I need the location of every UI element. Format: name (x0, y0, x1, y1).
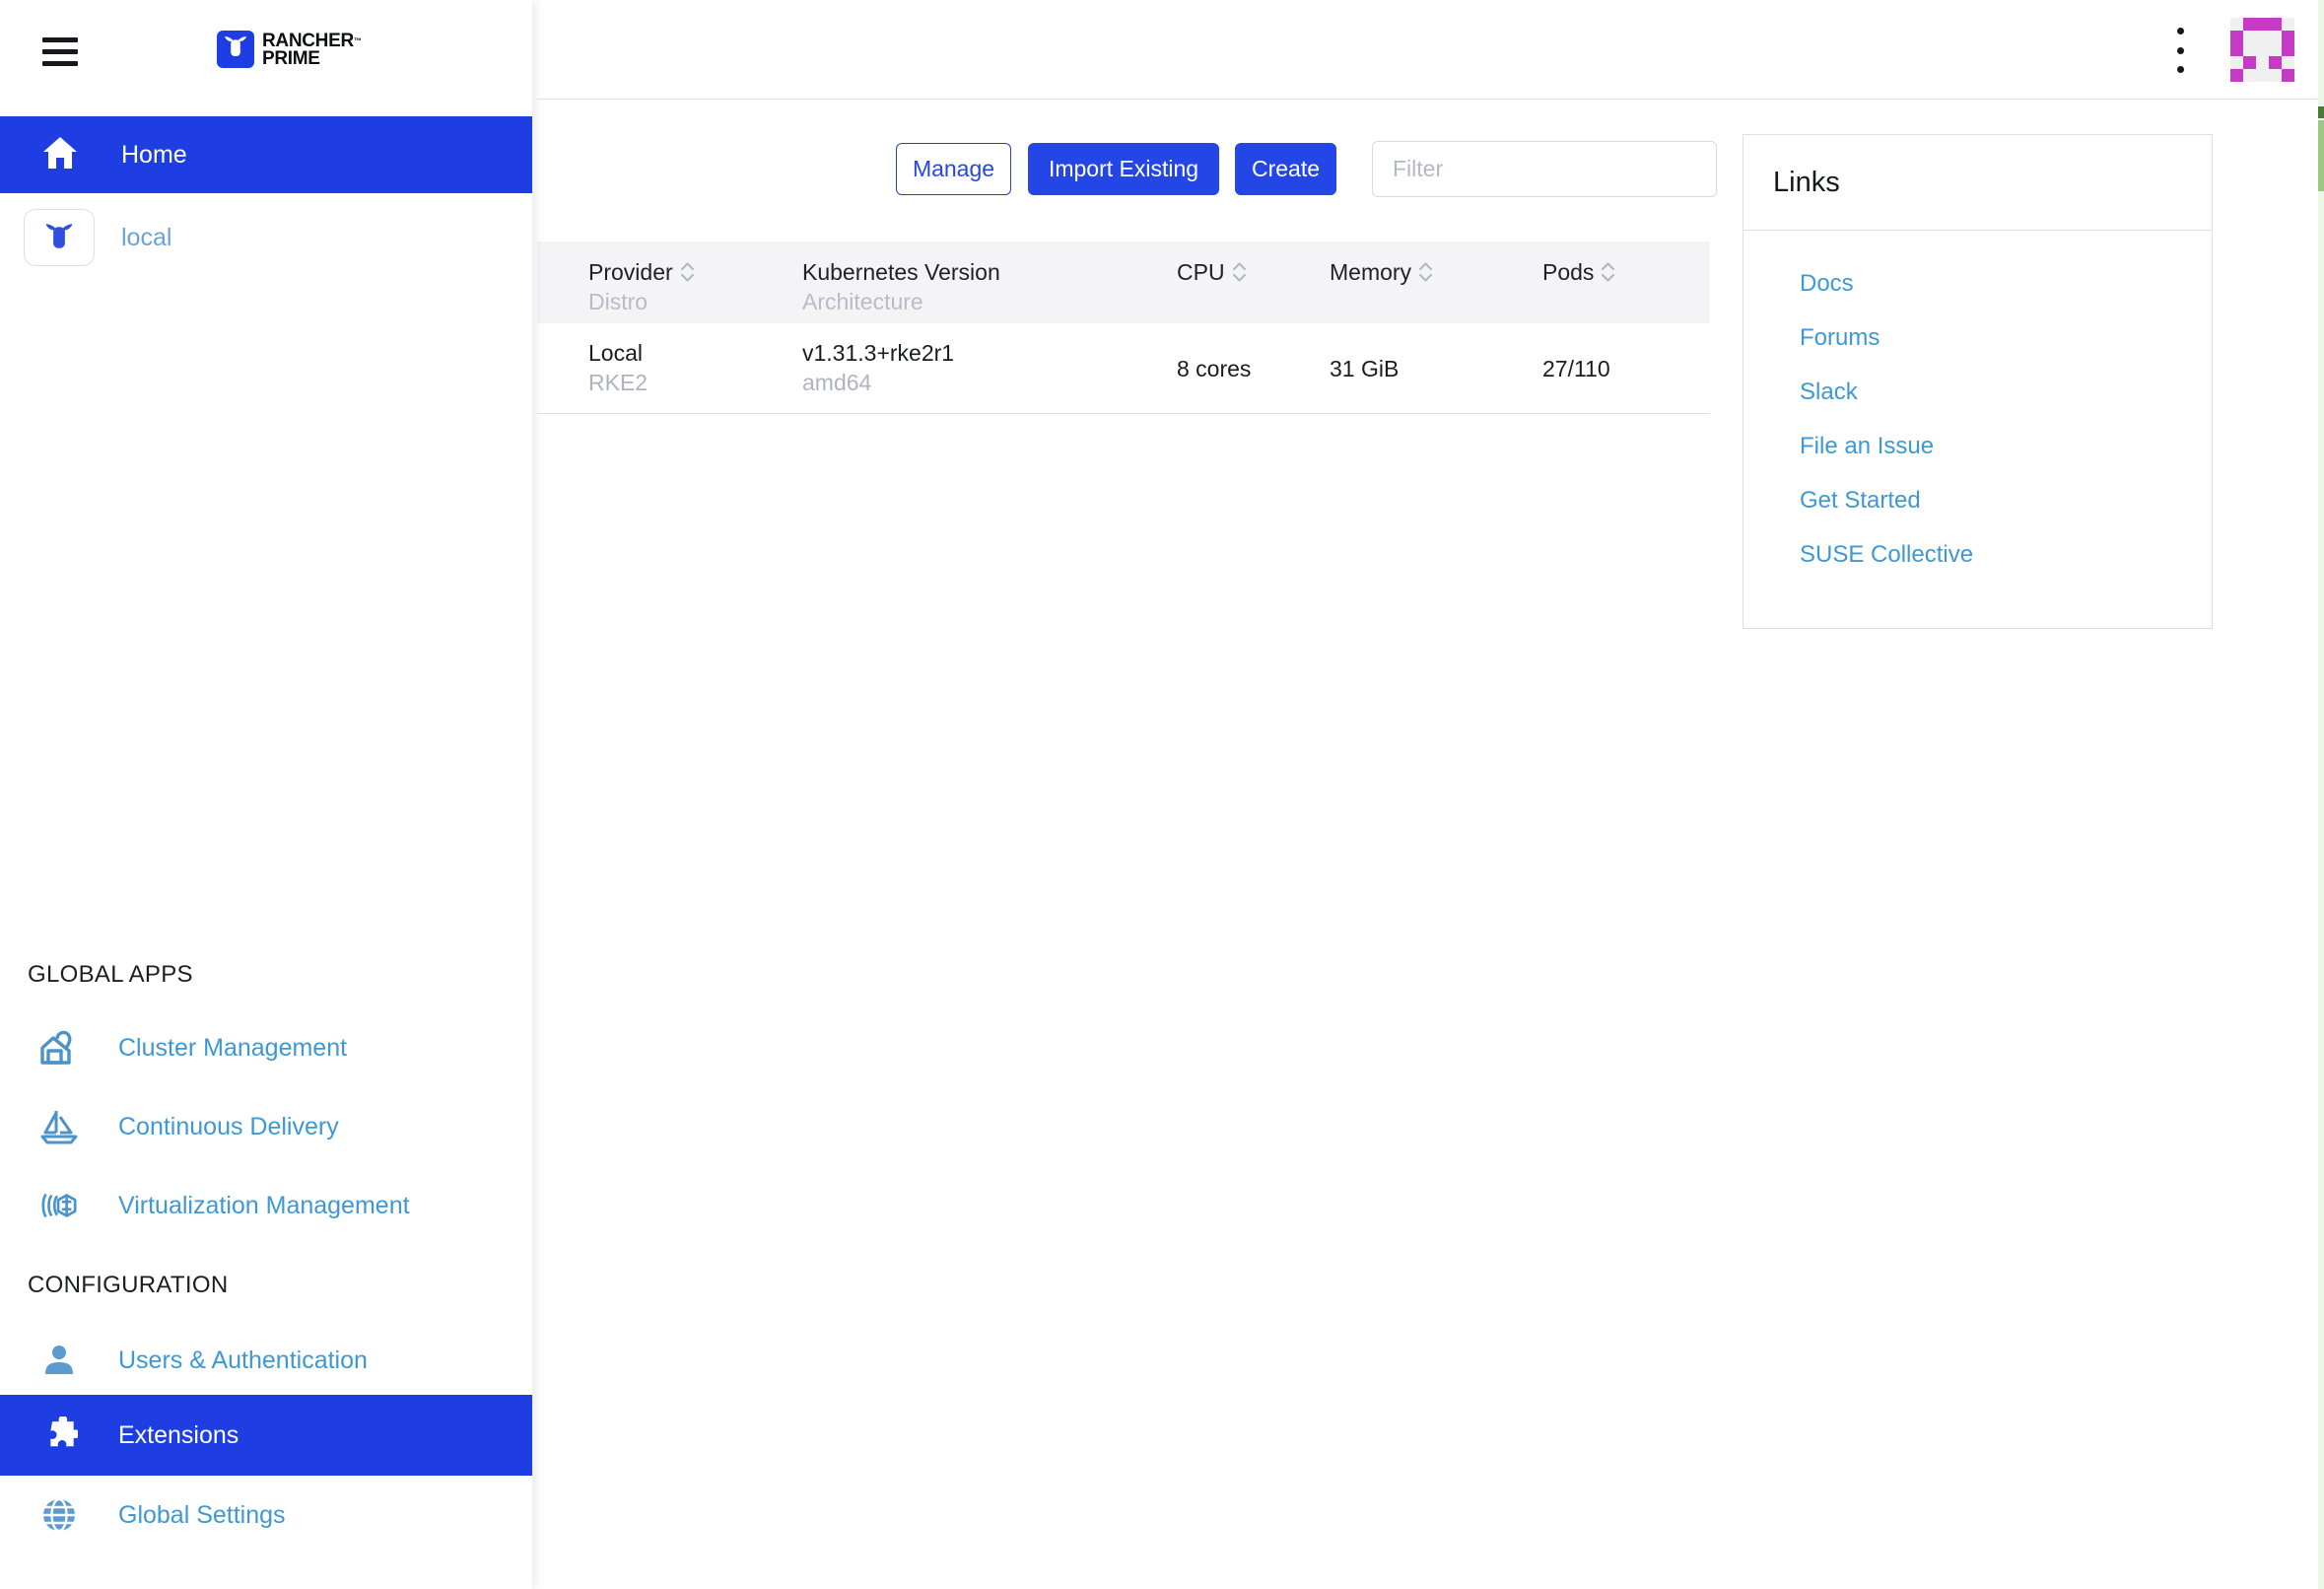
cluster-provider-value: Local (588, 338, 802, 368)
sidebar-item-extensions[interactable]: Extensions (0, 1395, 532, 1476)
rancher-bull-icon (217, 31, 254, 68)
sidebar-item-users-authentication[interactable]: Users & Authentication (0, 1321, 532, 1400)
column-subheader-architecture: Architecture (802, 287, 1177, 316)
virtualization-icon (39, 1191, 79, 1220)
link-file-an-issue[interactable]: File an Issue (1800, 419, 2212, 473)
sidebar-item-label: Continuous Delivery (118, 1113, 339, 1141)
sidebar-item-label: Virtualization Management (118, 1192, 410, 1220)
hamburger-bar (42, 49, 78, 54)
scrollbar-marker (2318, 106, 2324, 118)
column-header-memory: Memory (1330, 257, 1542, 323)
page-scrollbar[interactable] (2318, 0, 2324, 1589)
section-label-configuration: CONFIGURATION (28, 1272, 228, 1299)
kebab-dot (2177, 47, 2184, 54)
sort-pods[interactable]: Pods (1542, 257, 1710, 287)
scrollbar-thumb[interactable] (2318, 120, 2324, 191)
links-list: Docs Forums Slack File an Issue Get Star… (1743, 231, 2212, 582)
sort-cpu[interactable]: CPU (1177, 257, 1330, 287)
manage-button[interactable]: Manage (896, 143, 1011, 195)
cluster-management-icon (39, 1029, 79, 1067)
sort-arrows-icon (680, 261, 695, 283)
sidebar-item-home[interactable]: Home (0, 116, 532, 193)
header-kebab-menu-button[interactable] (2166, 28, 2194, 73)
sidebar-item-label: Cluster Management (118, 1034, 347, 1063)
import-existing-button[interactable]: Import Existing (1028, 143, 1219, 195)
links-panel-title: Links (1743, 135, 2212, 231)
clusters-table: Provider Distro Kubernetes Version Archi… (537, 242, 1710, 414)
rancher-prime-logo[interactable]: RANCHER™ PRIME (217, 31, 362, 68)
sidebar-item-cluster-management[interactable]: Cluster Management (0, 1008, 532, 1087)
header-divider (537, 99, 2318, 100)
hamburger-bar (42, 61, 78, 66)
link-slack[interactable]: Slack (1800, 365, 2212, 419)
home-icon (42, 136, 78, 174)
link-suse-collective[interactable]: SUSE Collective (1800, 527, 2212, 582)
cell-provider: Local RKE2 (588, 338, 802, 413)
architecture-value: amd64 (802, 368, 1177, 397)
cluster-toolbar: Manage Import Existing Create (896, 140, 1717, 197)
user-avatar-identicon[interactable] (2230, 18, 2294, 82)
sort-arrows-icon (1418, 261, 1433, 283)
column-subheader-distro: Distro (588, 287, 802, 316)
cluster-badge (24, 209, 95, 266)
link-docs[interactable]: Docs (1800, 256, 2212, 311)
cluster-name: local (121, 224, 171, 252)
bull-icon (41, 223, 77, 252)
logo-wordmark: RANCHER™ PRIME (262, 31, 362, 68)
link-get-started[interactable]: Get Started (1800, 473, 2212, 527)
filter-input[interactable] (1372, 141, 1717, 197)
cell-memory: 31 GiB (1330, 338, 1542, 413)
cell-pods: 27/110 (1542, 338, 1710, 413)
sort-provider[interactable]: Provider (588, 257, 802, 287)
table-header-row: Provider Distro Kubernetes Version Archi… (537, 242, 1710, 323)
create-button[interactable]: Create (1235, 143, 1336, 195)
user-icon (39, 1344, 79, 1377)
sidebar-item-local-cluster[interactable]: local (0, 193, 532, 282)
globe-icon (39, 1497, 79, 1533)
puzzle-icon (39, 1416, 79, 1454)
cluster-distro-value: RKE2 (588, 368, 802, 397)
column-header-kubernetes-version: Kubernetes Version Architecture (802, 257, 1177, 323)
sidebar: RANCHER™ PRIME Home local GLOBAL APPS (0, 0, 532, 1589)
sort-arrows-icon (1232, 261, 1247, 283)
sidebar-item-label: Home (121, 141, 187, 170)
sidebar-item-label: Extensions (118, 1421, 239, 1450)
cell-kubernetes-version: v1.31.3+rke2r1 amd64 (802, 338, 1177, 413)
kubernetes-version-value: v1.31.3+rke2r1 (802, 338, 1177, 368)
hamburger-menu-button[interactable] (42, 37, 78, 66)
column-header-pods: Pods (1542, 257, 1710, 323)
links-panel: Links Docs Forums Slack File an Issue Ge… (1743, 134, 2213, 629)
sidebar-item-continuous-delivery[interactable]: Continuous Delivery (0, 1087, 532, 1166)
kebab-dot (2177, 66, 2184, 73)
column-header-cpu: CPU (1177, 257, 1330, 323)
cell-cpu: 8 cores (1177, 338, 1330, 413)
sidebar-item-virtualization-management[interactable]: Virtualization Management (0, 1166, 532, 1245)
sailboat-icon (39, 1108, 79, 1145)
sort-arrows-icon (1601, 261, 1615, 283)
sidebar-item-label: Global Settings (118, 1501, 286, 1530)
sidebar-item-global-settings[interactable]: Global Settings (0, 1476, 532, 1554)
hamburger-bar (42, 37, 78, 42)
kebab-dot (2177, 28, 2184, 35)
sidebar-item-label: Users & Authentication (118, 1347, 368, 1375)
column-header-provider: Provider Distro (588, 257, 802, 323)
sort-memory[interactable]: Memory (1330, 257, 1542, 287)
table-row-local-cluster[interactable]: Local RKE2 v1.31.3+rke2r1 amd64 8 cores … (537, 323, 1710, 414)
link-forums[interactable]: Forums (1800, 311, 2212, 365)
section-label-global-apps: GLOBAL APPS (28, 961, 193, 989)
